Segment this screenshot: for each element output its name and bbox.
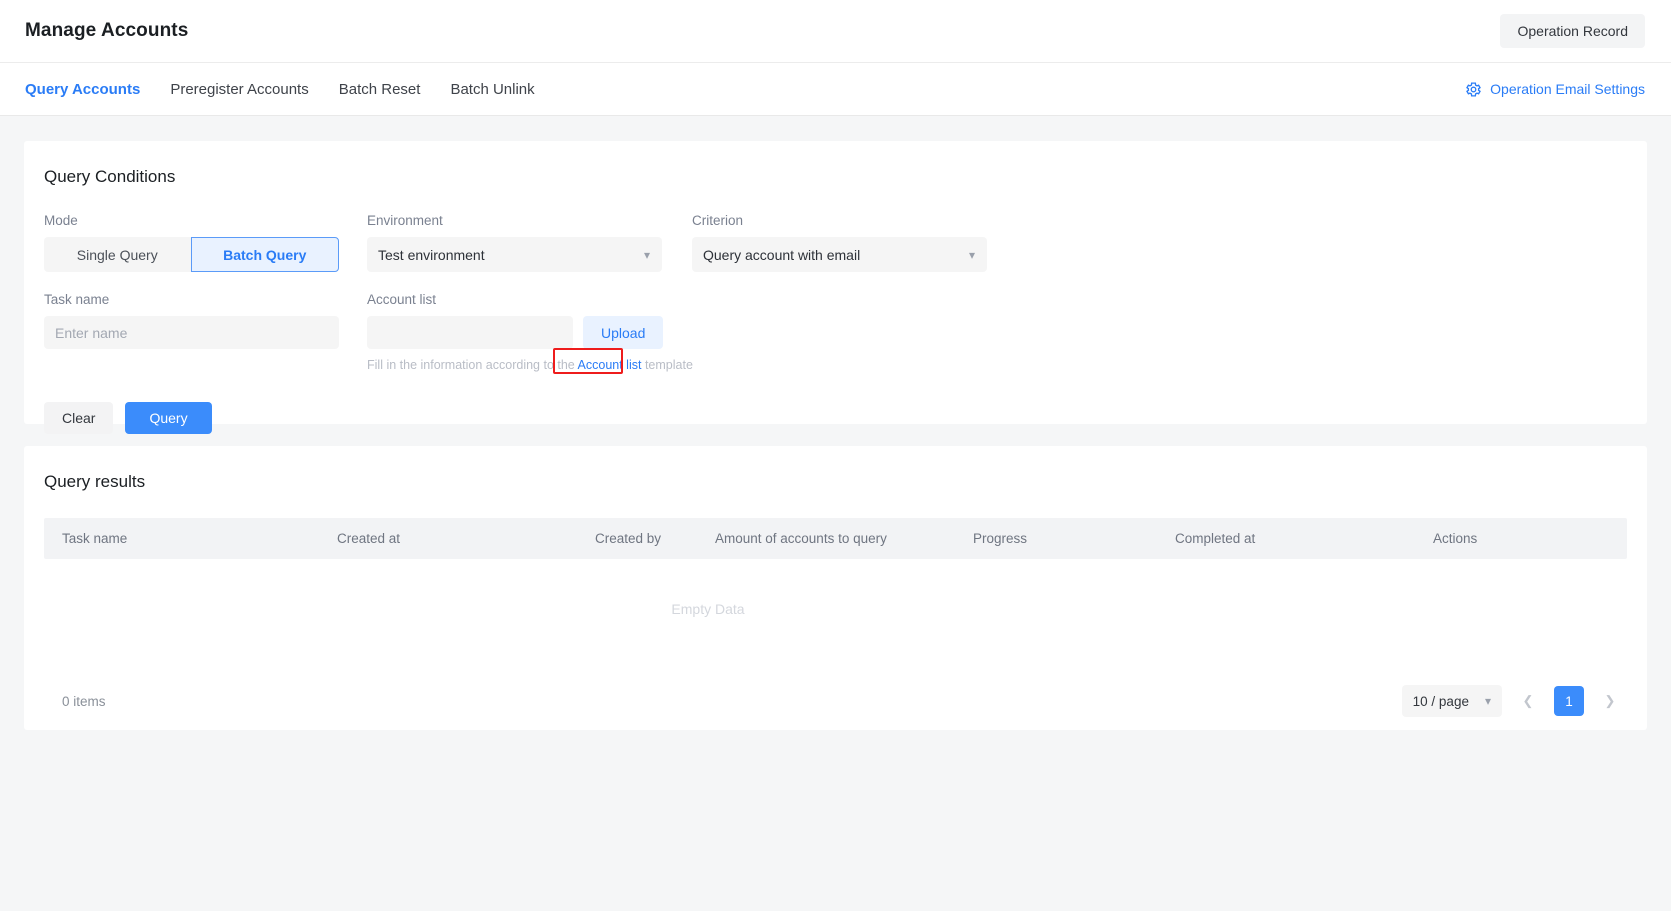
account-list-hint: Fill in the information according to the… [367, 348, 693, 374]
form-actions: Clear Query [24, 402, 1647, 434]
page-size-value: 10 / page [1412, 693, 1469, 709]
chevron-down-icon: ▾ [968, 247, 975, 262]
field-environment: Environment Test environment ▾ [367, 213, 692, 272]
account-list-template-link[interactable]: Account list [578, 358, 642, 372]
operation-email-settings-link[interactable]: Operation Email Settings [1465, 81, 1645, 98]
field-mode: Mode Single Query Batch Query [44, 213, 367, 272]
environment-label: Environment [367, 213, 443, 228]
tab-batch-reset[interactable]: Batch Reset [339, 63, 421, 115]
items-count-label: 0 items [62, 693, 106, 709]
task-name-input[interactable] [44, 316, 339, 349]
mode-option-single-query[interactable]: Single Query [44, 237, 191, 272]
page-title: Manage Accounts [25, 20, 189, 41]
chevron-left-icon[interactable]: ❮ [1513, 686, 1543, 716]
tab-bar: Query Accounts Preregister Accounts Batc… [0, 62, 1671, 116]
account-list-file-input[interactable] [367, 316, 573, 349]
chevron-right-icon[interactable]: ❯ [1595, 686, 1625, 716]
column-header-created-by: Created by [595, 531, 662, 546]
column-header-progress: Progress [973, 531, 1028, 546]
hint-text-after: template [644, 358, 693, 372]
query-button[interactable]: Query [125, 402, 212, 434]
query-conditions-card: Query Conditions Mode Single Query Batch… [24, 141, 1647, 434]
environment-select[interactable]: Test environment ▾ [367, 237, 662, 272]
account-list-upload-row: Upload [367, 316, 693, 349]
operation-record-button[interactable]: Operation Record [1500, 14, 1645, 48]
empty-data-message: Empty Data [671, 601, 745, 617]
hint-text-before: Fill in the information according to the [367, 358, 575, 372]
form-row-1: Mode Single Query Batch Query Environmen… [44, 213, 1627, 272]
criterion-label: Criterion [692, 213, 744, 228]
criterion-value: Query account with email [703, 246, 861, 263]
account-list-label: Account list [367, 292, 437, 307]
column-header-created-at: Created at [337, 531, 401, 546]
column-header-completed-at: Completed at [1175, 531, 1256, 546]
query-results-title: Query results [44, 472, 146, 491]
chevron-down-icon: ▾ [643, 247, 650, 262]
tab-query-accounts[interactable]: Query Accounts [25, 63, 140, 115]
query-conditions-form: Mode Single Query Batch Query Environmen… [24, 213, 1647, 374]
tab-list: Query Accounts Preregister Accounts Batc… [25, 63, 535, 115]
query-results-card: Query results Task name Created at Creat… [24, 446, 1647, 730]
column-header-actions: Actions [1433, 531, 1478, 546]
manage-accounts-page: Manage Accounts Operation Record Query A… [0, 0, 1671, 911]
field-criterion: Criterion Query account with email ▾ [692, 213, 992, 272]
criterion-select[interactable]: Query account with email ▾ [692, 237, 987, 272]
task-name-label: Task name [44, 292, 110, 307]
app-header: Manage Accounts Operation Record [0, 0, 1671, 62]
pager-controls: 10 / page ▾ ❮ 1 ❯ [1401, 685, 1625, 717]
gear-icon [1465, 81, 1482, 98]
operation-email-settings-label: Operation Email Settings [1490, 81, 1645, 97]
tab-preregister-accounts[interactable]: Preregister Accounts [170, 63, 308, 115]
mode-segmented-control: Single Query Batch Query [44, 237, 339, 272]
pagination: 0 items 10 / page ▾ ❮ 1 ❯ [24, 659, 1647, 717]
chevron-down-icon: ▾ [1484, 694, 1491, 708]
page-size-select[interactable]: 10 / page ▾ [1401, 685, 1502, 717]
column-header-task-name: Task name [62, 531, 128, 546]
query-results-table: Task name Created at Created by Amount o… [44, 518, 1627, 659]
field-account-list: Account list Upload Fill in the informat… [367, 292, 693, 374]
mode-label: Mode [44, 213, 78, 228]
query-conditions-title: Query Conditions [44, 167, 176, 186]
tab-batch-unlink[interactable]: Batch Unlink [450, 63, 534, 115]
column-header-amount: Amount of accounts to query [715, 531, 887, 546]
table-header-row: Task name Created at Created by Amount o… [44, 518, 1627, 559]
clear-button[interactable]: Clear [44, 402, 114, 434]
environment-value: Test environment [378, 246, 485, 263]
upload-button[interactable]: Upload [583, 316, 664, 349]
mode-option-batch-query[interactable]: Batch Query [190, 237, 339, 272]
page-number-1[interactable]: 1 [1554, 686, 1584, 716]
field-task-name: Task name [44, 292, 367, 372]
form-row-2: Task name Account list Upload Fill in th… [44, 292, 1627, 374]
